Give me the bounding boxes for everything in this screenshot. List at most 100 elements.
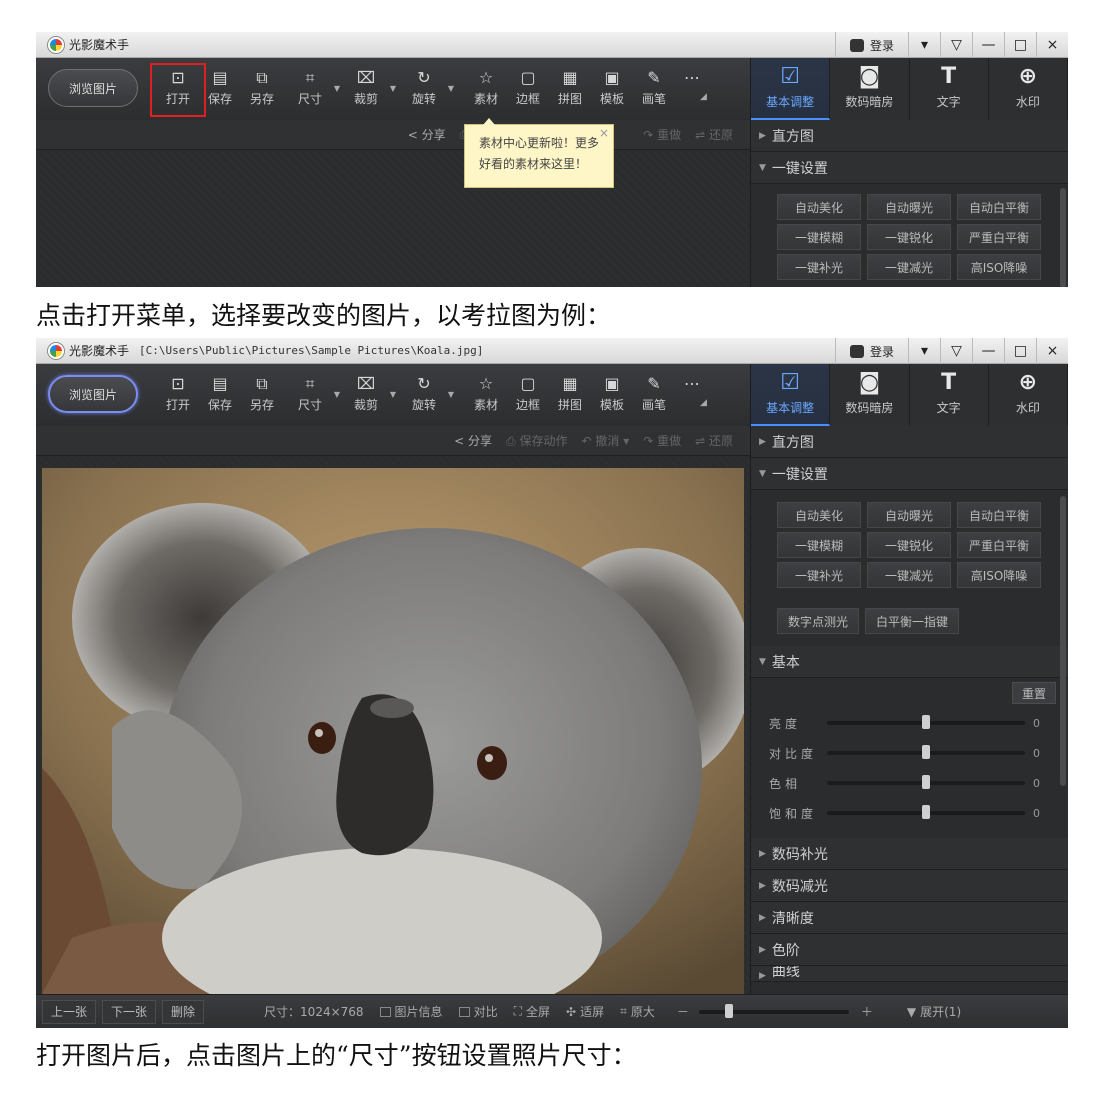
one-click-fill-light-button[interactable]: 一键补光 (777, 254, 861, 280)
slider-knob[interactable] (922, 805, 930, 819)
tab-watermark[interactable]: ⊕ 水印 (989, 364, 1068, 426)
zoom-in-button[interactable]: ＋ (861, 1003, 873, 1020)
panel-scrollbar[interactable] (1060, 496, 1066, 786)
redo-button[interactable]: ↷ 重做 (643, 126, 681, 143)
section-curves[interactable]: ▶ 曲线 (751, 966, 1068, 982)
slider-track[interactable] (827, 775, 1025, 789)
fullscreen-button[interactable]: ⛶ 全屏 (514, 1003, 550, 1020)
one-click-section[interactable]: ▼ 一键设置 (751, 458, 1068, 490)
white-balance-picker-button[interactable]: 白平衡一指键 (865, 608, 960, 634)
tool-save[interactable]: ▤ 保存 (202, 374, 238, 413)
close-icon[interactable]: × (599, 123, 609, 144)
save-action-button[interactable]: ⎙ 保存动作 (506, 432, 567, 449)
zoom-out-button[interactable]: － (677, 1003, 689, 1020)
basic-section[interactable]: ▼ 基本 (751, 646, 1068, 678)
chevron-down-icon[interactable]: ▼ (390, 390, 396, 399)
tool-brush[interactable]: ✎ 画笔 (636, 374, 672, 413)
next-image-button[interactable]: 下一张 (102, 999, 157, 1024)
one-click-sharpen-button[interactable]: 一键锐化 (867, 532, 951, 558)
severe-white-balance-button[interactable]: 严重白平衡 (957, 532, 1041, 558)
restore-button[interactable]: ⇌ 还原 (695, 432, 733, 449)
tool-material[interactable]: ☆ 素材 (468, 68, 504, 107)
auto-white-balance-button[interactable]: 自动白平衡 (957, 502, 1041, 528)
tool-save[interactable]: ▤ 保存 (202, 68, 238, 107)
tool-open[interactable]: ⊡ 打开 (160, 68, 196, 107)
tool-template[interactable]: ▣ 模板 (594, 68, 630, 107)
tool-crop[interactable]: ⌧ 裁剪 ▼ (348, 374, 396, 413)
one-click-section[interactable]: ▼ 一键设置 (751, 152, 1068, 184)
share-button[interactable]: < 分享 (408, 126, 446, 143)
tool-resize[interactable]: ⌗ 尺寸 ▼ (292, 374, 340, 413)
section-levels[interactable]: ▶ 色阶 (751, 934, 1068, 966)
tool-open[interactable]: ⊡ 打开 (160, 374, 196, 413)
previous-image-button[interactable]: 上一张 (42, 999, 97, 1024)
tool-collage[interactable]: ▦ 拼图 (552, 374, 588, 413)
zoom-slider[interactable] (698, 1003, 849, 1018)
one-click-reduce-light-button[interactable]: 一键减光 (867, 254, 951, 280)
saturation-slider[interactable]: 饱和度 0 (751, 798, 1068, 828)
share-button[interactable]: < 分享 (454, 432, 492, 449)
tool-rotate[interactable]: ↻ 旋转 ▼ (406, 68, 454, 107)
restore-button[interactable]: ⇌ 还原 (695, 126, 733, 143)
one-click-reduce-light-button[interactable]: 一键减光 (867, 562, 951, 588)
tool-crop[interactable]: ⌧ 裁剪 ▼ (348, 68, 396, 107)
tool-collage[interactable]: ▦ 拼图 (552, 68, 588, 107)
slider-track[interactable] (827, 745, 1025, 759)
hue-slider[interactable]: 色相 0 (751, 768, 1068, 798)
reset-button[interactable]: 重置 (1012, 682, 1056, 704)
expand-corner-icon[interactable]: ◢ (700, 398, 707, 408)
auto-exposure-button[interactable]: 自动曝光 (867, 194, 951, 220)
auto-exposure-button[interactable]: 自动曝光 (867, 502, 951, 528)
slider-knob[interactable] (922, 775, 930, 789)
tab-darkroom[interactable]: ◙ 数码暗房 (830, 364, 910, 426)
tool-border[interactable]: ▢ 边框 (510, 68, 546, 107)
expand-corner-icon[interactable]: ◢ (700, 92, 707, 102)
digital-spot-metering-button[interactable]: 数字点测光 (777, 608, 860, 634)
tab-text[interactable]: T 文字 (910, 58, 989, 120)
one-click-fill-light-button[interactable]: 一键补光 (777, 562, 861, 588)
auto-beautify-button[interactable]: 自动美化 (777, 194, 861, 220)
high-iso-denoise-button[interactable]: 高ISO降噪 (957, 562, 1041, 588)
tool-save-as[interactable]: ⧉ 另存 (244, 68, 280, 107)
tool-more[interactable]: ⋯ (674, 68, 710, 90)
tool-resize[interactable]: ⌗ 尺寸 ▼ (292, 68, 340, 107)
chevron-down-icon[interactable]: ▼ (390, 84, 396, 93)
expand-filmstrip-button[interactable]: ▼ 展开(1) (907, 1003, 961, 1020)
slider-track[interactable] (827, 715, 1025, 729)
skin-button[interactable]: ▾ (908, 32, 940, 58)
tool-save-as[interactable]: ⧉ 另存 (244, 374, 280, 413)
zoom-knob[interactable] (724, 1003, 733, 1018)
tool-border[interactable]: ▢ 边框 (510, 374, 546, 413)
delete-image-button[interactable]: 删除 (162, 999, 205, 1024)
auto-white-balance-button[interactable]: 自动白平衡 (957, 194, 1041, 220)
minimize-button[interactable]: — (972, 32, 1004, 58)
slider-knob[interactable] (922, 715, 930, 729)
tab-text[interactable]: T 文字 (910, 364, 989, 426)
close-button[interactable]: × (1036, 32, 1068, 58)
koala-photo[interactable] (42, 468, 744, 994)
original-size-button[interactable]: ⌗ 原大 (620, 1003, 655, 1020)
menu-button[interactable]: ▽ (940, 338, 972, 364)
slider-knob[interactable] (922, 745, 930, 759)
panel-scrollbar[interactable] (1060, 188, 1066, 287)
tab-watermark[interactable]: ⊕ 水印 (989, 58, 1068, 120)
one-click-blur-button[interactable]: 一键模糊 (777, 532, 861, 558)
chevron-down-icon[interactable]: ▼ (334, 390, 340, 399)
tab-darkroom[interactable]: ◙ 数码暗房 (830, 58, 910, 120)
tool-brush[interactable]: ✎ 画笔 (636, 68, 672, 107)
high-iso-denoise-button[interactable]: 高ISO降噪 (957, 254, 1041, 280)
login-button[interactable]: 登录 (834, 32, 908, 58)
tab-basic-adjust[interactable]: ☑ 基本调整 (751, 364, 831, 426)
maximize-button[interactable]: □ (1004, 32, 1036, 58)
maximize-button[interactable]: □ (1004, 338, 1036, 364)
section-digital-reduce-light[interactable]: ▶ 数码减光 (751, 870, 1068, 902)
compare-button[interactable]: 对比 (458, 1003, 498, 1020)
brightness-slider[interactable]: 亮度 0 (751, 708, 1068, 738)
tool-template[interactable]: ▣ 模板 (594, 374, 630, 413)
histogram-section[interactable]: ▶ 直方图 (751, 426, 1068, 458)
section-clarity[interactable]: ▶ 清晰度 (751, 902, 1068, 934)
one-click-sharpen-button[interactable]: 一键锐化 (867, 224, 951, 250)
undo-button[interactable]: ↶ 撤消 ▾ (581, 432, 629, 449)
browse-images-button[interactable]: 浏览图片 (48, 375, 138, 413)
chevron-down-icon[interactable]: ▼ (334, 84, 340, 93)
